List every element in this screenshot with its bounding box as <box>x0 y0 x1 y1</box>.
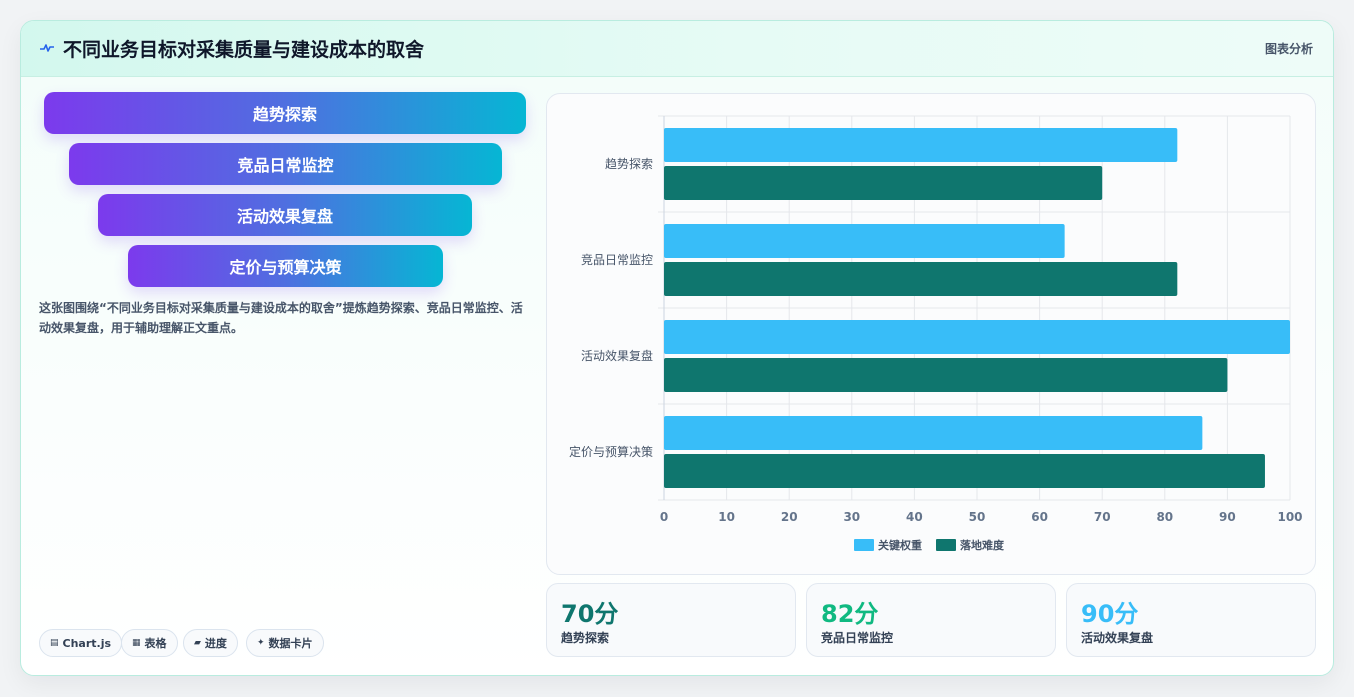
legend-swatch <box>854 539 874 551</box>
sparkle-icon: ✦ <box>257 638 265 648</box>
bar-key-weight <box>664 320 1290 354</box>
chart-icon: ▤ <box>50 638 59 648</box>
x-tick-label: 50 <box>969 510 986 524</box>
tag-data-card[interactable]: ✦ 数据卡片 <box>246 629 324 657</box>
pulse-icon <box>40 44 54 52</box>
x-tick-label: 90 <box>1219 510 1236 524</box>
x-tick-label: 20 <box>781 510 798 524</box>
x-tick-label: 40 <box>906 510 923 524</box>
bar-difficulty <box>664 454 1265 488</box>
tag-label: Chart.js <box>62 636 112 650</box>
tag-label: 表格 <box>144 637 167 650</box>
card-header: 不同业务目标对采集质量与建设成本的取舍 图表分析 <box>21 21 1333 77</box>
tag-chartjs[interactable]: ▤ Chart.js <box>39 629 123 657</box>
y-tick-label: 定价与预算决策 <box>569 444 653 459</box>
bar-key-weight <box>664 128 1178 162</box>
legend-label: 落地难度 <box>960 538 1005 552</box>
chart-description: 这张图围绕“不同业务目标对采集质量与建设成本的取舍”提炼趋势探索、竞品日常监控、… <box>39 301 523 335</box>
y-tick-label: 活动效果复盘 <box>581 348 653 363</box>
chart-card: 不同业务目标对采集质量与建设成本的取舍 图表分析 趋势探索 竞品日常监控 活动效… <box>20 20 1334 676</box>
stat-card: 70分 趋势探索 <box>546 583 796 657</box>
x-tick-label: 100 <box>1277 510 1302 524</box>
tag-table[interactable]: ▦ 表格 <box>121 629 178 657</box>
tag-label: 进度 <box>204 637 227 650</box>
y-tick-label: 竞品日常监控 <box>581 253 653 267</box>
stat-label: 竞品日常监控 <box>821 631 894 645</box>
y-tick-label: 趋势探索 <box>605 157 653 171</box>
bar-chart: 0 10 20 30 40 50 60 70 80 90 100 趋势探索竞品日常监控活动效果复盘定价… <box>569 115 1303 552</box>
progress-icon: ▰ <box>194 638 201 648</box>
funnel-item: 趋势探索 <box>44 92 526 134</box>
x-tick-label: 70 <box>1094 510 1111 524</box>
x-tick-label: 60 <box>1031 510 1048 524</box>
table-icon: ▦ <box>132 638 141 648</box>
funnel-item: 活动效果复盘 <box>98 194 472 236</box>
funnel-item: 定价与预算决策 <box>128 245 443 287</box>
funnel-item: 竞品日常监控 <box>69 143 502 185</box>
stat-value: 82分 <box>821 600 879 628</box>
bar-key-weight <box>664 224 1065 258</box>
x-tick-label: 80 <box>1156 510 1173 524</box>
x-tick-label: 0 <box>660 510 668 524</box>
x-tick-label: 30 <box>843 510 860 524</box>
bar-key-weight <box>664 416 1203 450</box>
chart-analysis-label[interactable]: 图表分析 <box>1265 40 1313 57</box>
bar-chart-panel: 0 10 20 30 40 50 60 70 80 90 100 趋势探索竞品日常监控 活动效果复盘定价… <box>546 93 1316 575</box>
page-title: 不同业务目标对采集质量与建设成本的取舍 <box>63 39 425 61</box>
bar-difficulty <box>664 358 1228 392</box>
stat-label: 趋势探索 <box>561 631 610 645</box>
stat-card: 90分 活动效果复盘 <box>1066 583 1316 657</box>
tag-label: 数据卡片 <box>268 637 313 650</box>
stat-value: 70分 <box>561 600 619 628</box>
stat-label: 活动效果复盘 <box>1081 631 1154 645</box>
bar-difficulty <box>664 262 1178 296</box>
tag-progress[interactable]: ▰ 进度 <box>183 629 238 657</box>
x-tick-label: 10 <box>718 510 735 524</box>
legend-swatch <box>936 539 956 551</box>
stat-card: 82分 竞品日常监控 <box>806 583 1056 657</box>
stat-value: 90分 <box>1081 600 1139 628</box>
bar-difficulty <box>664 166 1103 200</box>
legend-label: 关键权重 <box>878 538 922 552</box>
